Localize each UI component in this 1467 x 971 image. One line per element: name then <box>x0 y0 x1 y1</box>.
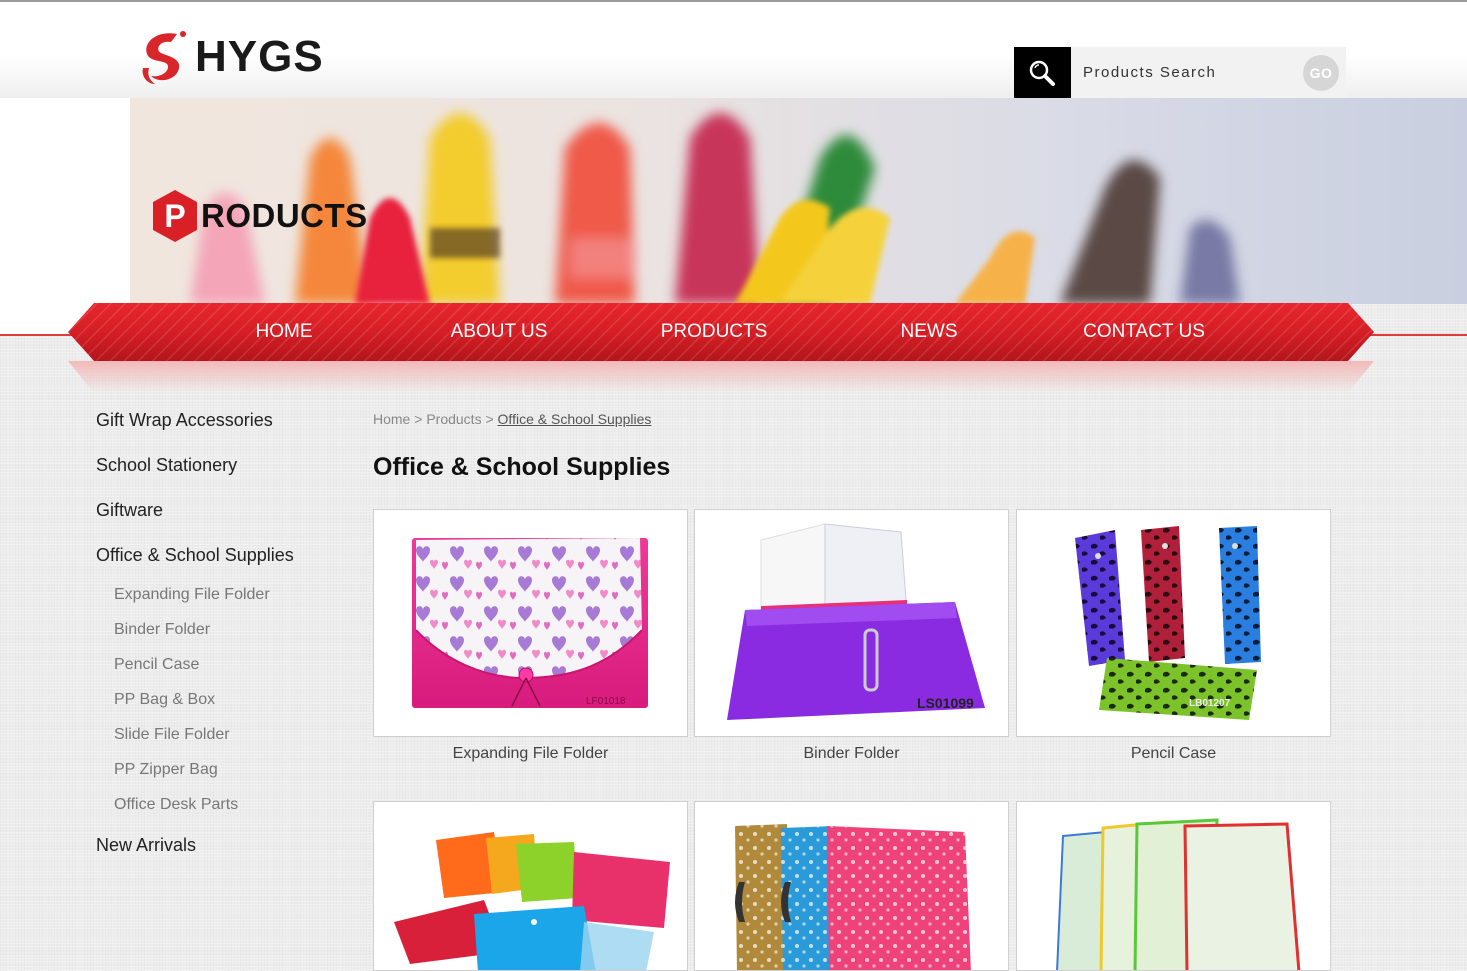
nav-about-us[interactable]: ABOUT US <box>419 303 579 361</box>
product-code: LB01207 <box>1189 698 1231 709</box>
breadcrumb-separator: > <box>414 411 423 427</box>
product-card[interactable] <box>1016 801 1331 971</box>
go-button[interactable]: GO <box>1303 55 1339 91</box>
banner-title-letter: P <box>164 197 186 234</box>
breadcrumb-separator: > <box>485 411 494 427</box>
search-input[interactable] <box>1071 47 1293 98</box>
sidebar-subitem-office-desk-parts[interactable]: Office Desk Parts <box>114 796 238 814</box>
sidebar-subitem-binder-folder[interactable]: Binder Folder <box>114 621 210 639</box>
product-image: LF01018 <box>412 538 648 708</box>
banner-left-blank <box>0 98 130 335</box>
product-name-expanding-file-folder[interactable]: Expanding File Folder <box>372 745 689 763</box>
search-button[interactable] <box>1014 47 1071 98</box>
sidebar-subitem-expanding-file-folder[interactable]: Expanding File Folder <box>114 586 270 604</box>
sidebar-item-office-school[interactable]: Office & School Supplies <box>96 545 294 566</box>
sidebar-subitem-pencil-case[interactable]: Pencil Case <box>114 656 199 674</box>
banner-title-rest: RODUCTS <box>201 197 368 234</box>
nav-news[interactable]: NEWS <box>869 303 989 361</box>
sidebar-item-gift-wrap[interactable]: Gift Wrap Accessories <box>96 410 273 431</box>
product-card[interactable] <box>694 801 1009 971</box>
sidebar-subitem-slide-file-folder[interactable]: Slide File Folder <box>114 726 230 744</box>
logo-swirl-icon <box>142 31 186 84</box>
product-card[interactable] <box>373 801 688 971</box>
nav-products[interactable]: PRODUCTS <box>634 303 794 361</box>
nav-home[interactable]: HOME <box>214 303 354 361</box>
product-image <box>394 832 670 970</box>
brand-name: HYGS <box>195 32 324 81</box>
product-card-expanding-file-folder[interactable]: LF01018 <box>373 509 688 737</box>
search-icon <box>1029 60 1055 86</box>
sidebar-subitem-pp-zipper-bag[interactable]: PP Zipper Bag <box>114 761 218 779</box>
product-code: LF01018 <box>586 696 626 707</box>
breadcrumb-current[interactable]: Office & School Supplies <box>498 411 652 427</box>
product-name-pencil-case[interactable]: Pencil Case <box>1015 745 1332 763</box>
product-image: LS01099 <box>727 523 985 720</box>
banner-title: P RODUCTS <box>151 189 368 243</box>
breadcrumb-products[interactable]: Products <box>426 411 481 427</box>
product-code: LS01099 <box>917 695 974 711</box>
sidebar-item-school-stationery[interactable]: School Stationery <box>96 455 237 476</box>
nav-contact-us[interactable]: CONTACT US <box>1064 303 1224 361</box>
product-image <box>1056 818 1301 970</box>
product-card-binder-folder[interactable]: LS01099 <box>694 509 1009 737</box>
sidebar-item-giftware[interactable]: Giftware <box>96 500 163 521</box>
product-image: LB01207 <box>1075 526 1261 720</box>
page-title: Office & School Supplies <box>373 453 671 481</box>
brand-logo[interactable]: HYGS <box>137 27 324 87</box>
breadcrumb-home[interactable]: Home <box>373 411 410 427</box>
search-bar: GO <box>1014 47 1346 98</box>
nav-shadow <box>68 361 1374 393</box>
sidebar-subitem-pp-bag-box[interactable]: PP Bag & Box <box>114 691 215 709</box>
product-name-binder-folder[interactable]: Binder Folder <box>693 745 1010 763</box>
breadcrumb: Home > Products > Office & School Suppli… <box>373 411 651 427</box>
product-image <box>735 824 971 970</box>
product-card-pencil-case[interactable]: LB01207 <box>1016 509 1331 737</box>
sidebar-item-new-arrivals[interactable]: New Arrivals <box>96 835 196 856</box>
p-hexagon-badge: P <box>151 189 199 243</box>
